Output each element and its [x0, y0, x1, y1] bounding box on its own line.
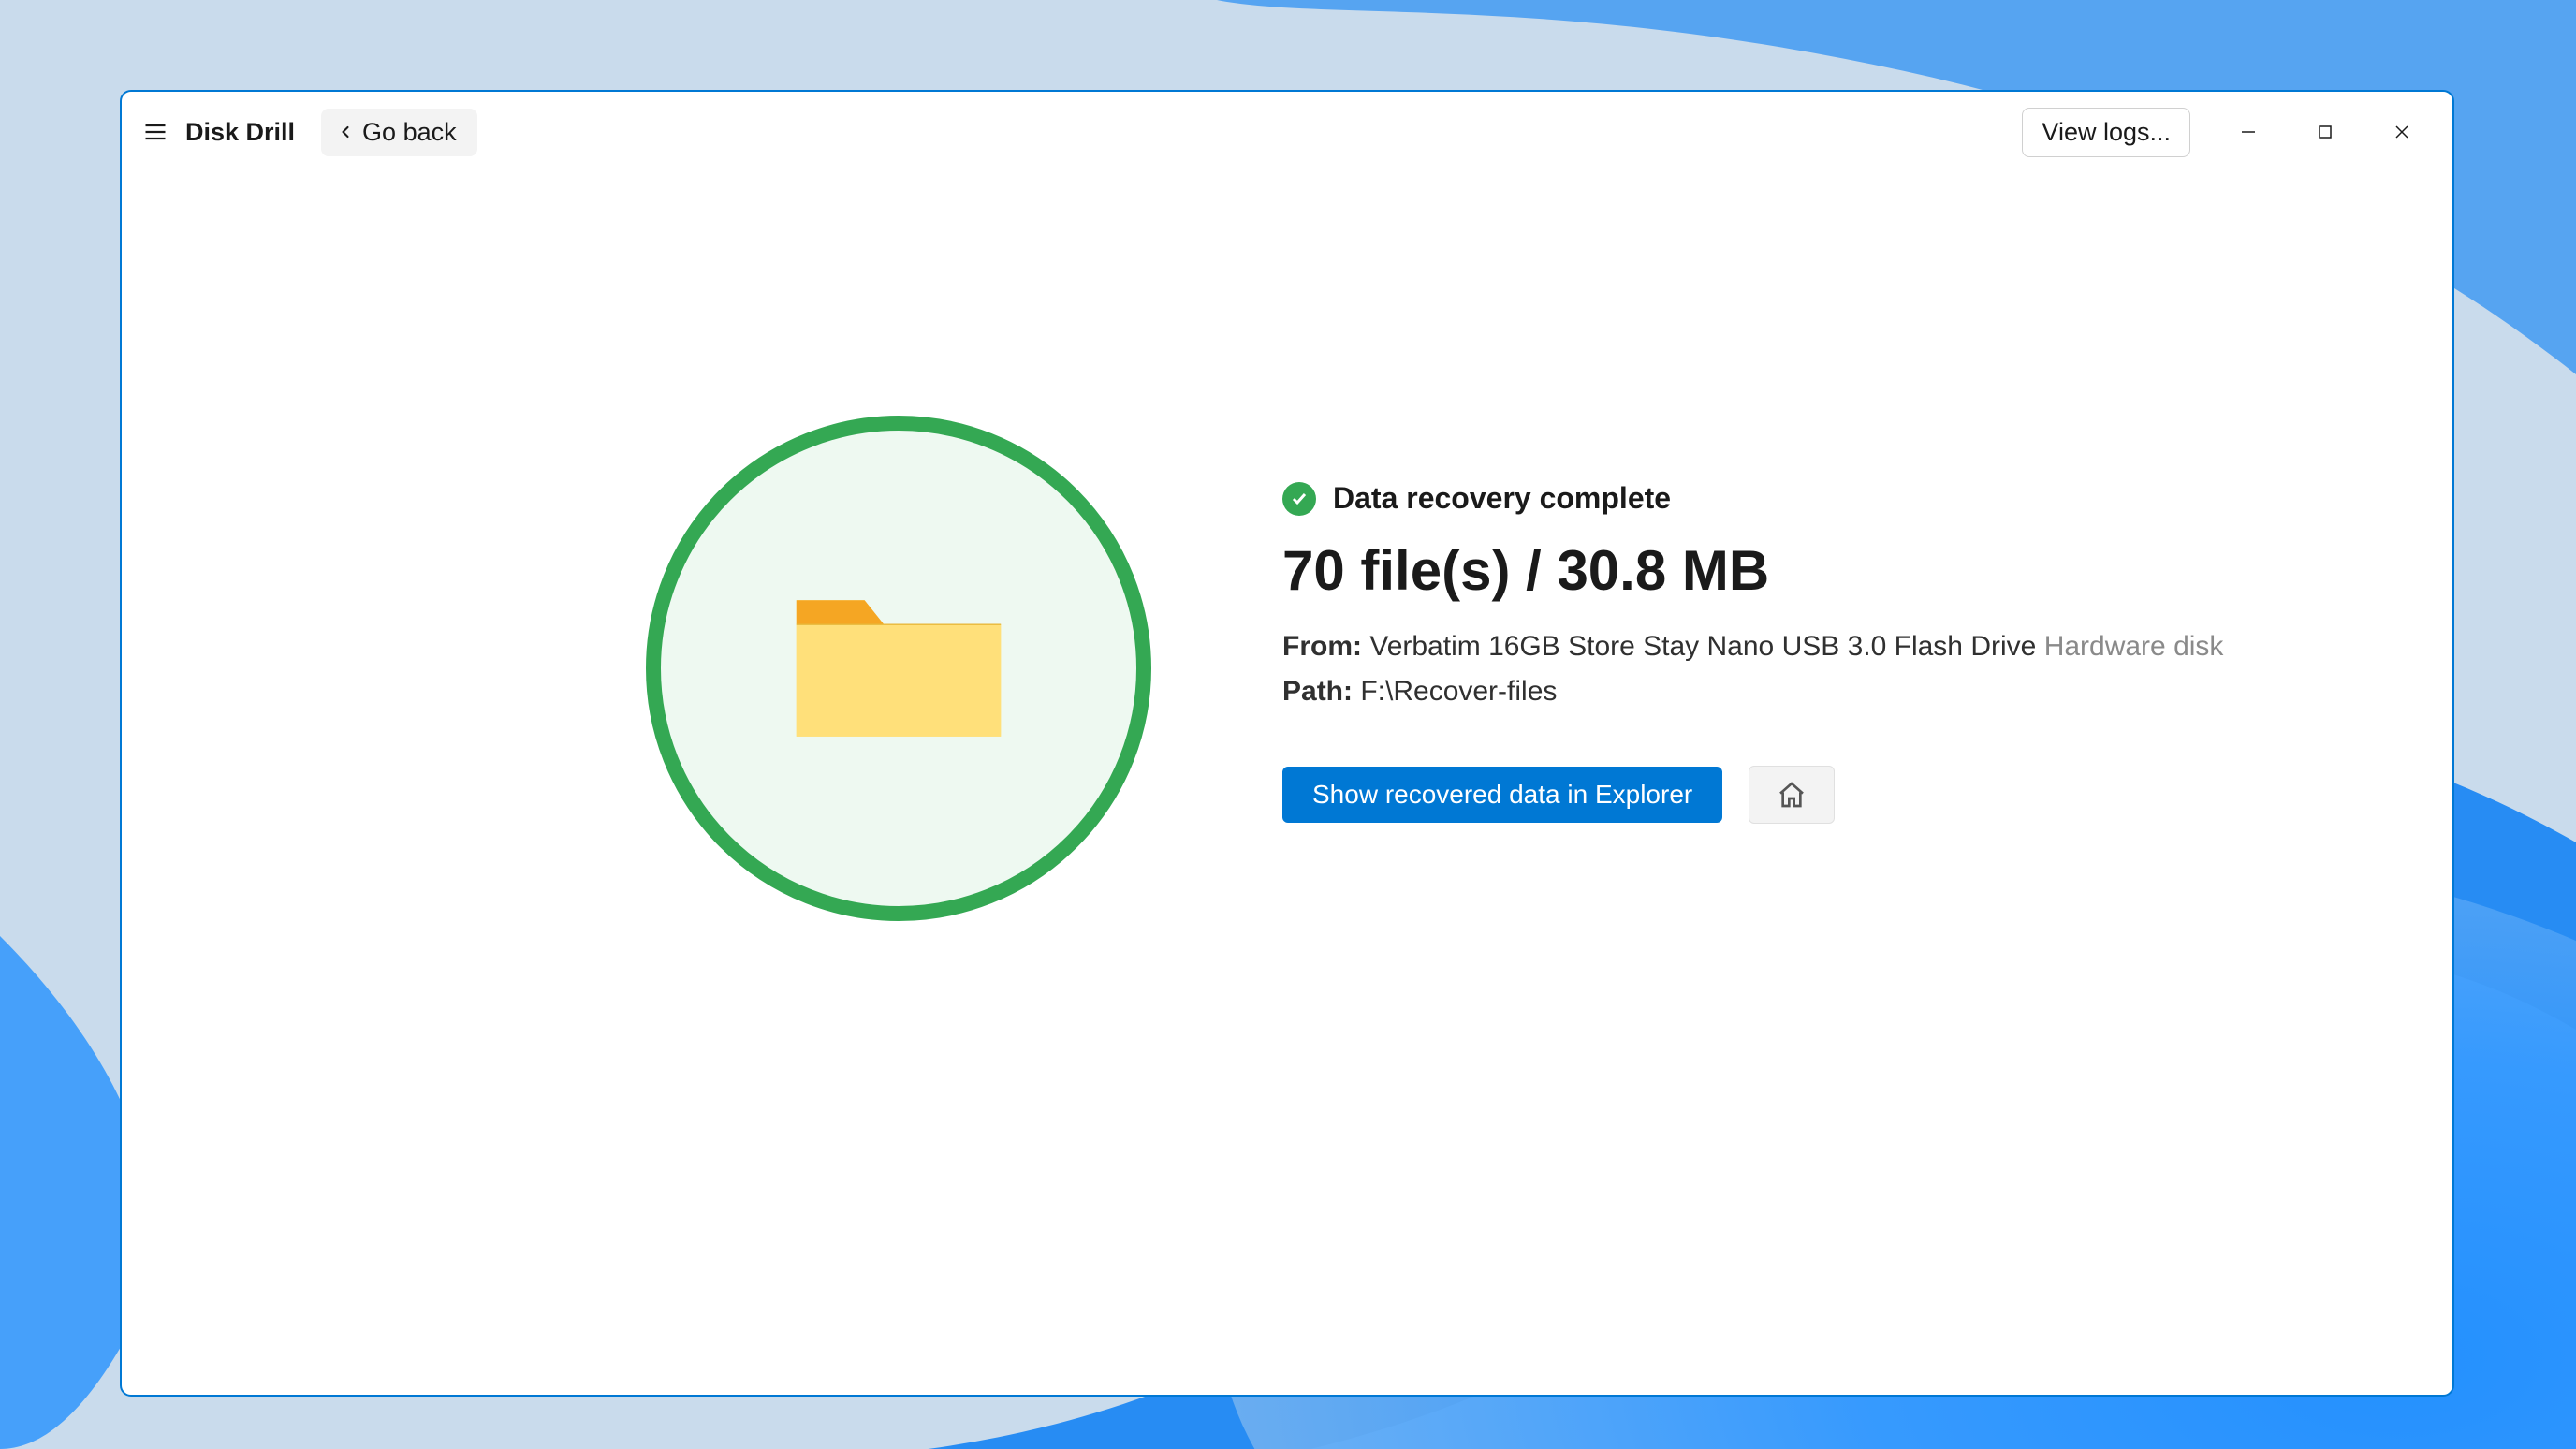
minimize-button[interactable] [2213, 109, 2284, 155]
hamburger-icon [142, 119, 168, 145]
action-row: Show recovered data in Explorer [1282, 766, 2223, 824]
app-window: Disk Drill Go back View logs... [120, 90, 2454, 1397]
show-in-explorer-button[interactable]: Show recovered data in Explorer [1282, 767, 1722, 823]
from-label: From: [1282, 631, 1362, 662]
maximize-icon [2316, 123, 2334, 141]
home-button[interactable] [1749, 766, 1835, 824]
path-label: Path: [1282, 676, 1353, 707]
maximize-button[interactable] [2290, 109, 2361, 155]
path-row: Path: F:\Recover-files [1282, 676, 2223, 708]
window-controls [2213, 109, 2437, 155]
close-icon [2393, 123, 2411, 141]
from-value: Verbatim 16GB Store Stay Nano USB 3.0 Fl… [1369, 631, 2036, 662]
content-area: Data recovery complete 70 file(s) / 30.8… [122, 172, 2452, 1395]
from-type: Hardware disk [2044, 631, 2224, 662]
status-label: Data recovery complete [1333, 481, 1671, 516]
home-icon [1777, 780, 1807, 810]
minimize-icon [2239, 123, 2258, 141]
folder-icon [777, 565, 1020, 771]
go-back-label: Go back [362, 118, 457, 147]
chevron-left-icon [336, 123, 355, 141]
app-title: Disk Drill [185, 118, 295, 147]
recovery-summary: 70 file(s) / 30.8 MB [1282, 538, 2223, 603]
hamburger-menu-button[interactable] [137, 113, 174, 151]
go-back-button[interactable]: Go back [321, 109, 477, 156]
close-button[interactable] [2366, 109, 2437, 155]
success-check-icon [1282, 482, 1316, 516]
result-panel: Data recovery complete 70 file(s) / 30.8… [1282, 416, 2223, 824]
view-logs-button[interactable]: View logs... [2022, 108, 2190, 157]
status-row: Data recovery complete [1282, 481, 2223, 516]
title-bar: Disk Drill Go back View logs... [122, 92, 2452, 172]
path-value: F:\Recover-files [1360, 676, 1557, 707]
from-row: From: Verbatim 16GB Store Stay Nano USB … [1282, 631, 2223, 663]
success-folder-badge [646, 416, 1151, 921]
